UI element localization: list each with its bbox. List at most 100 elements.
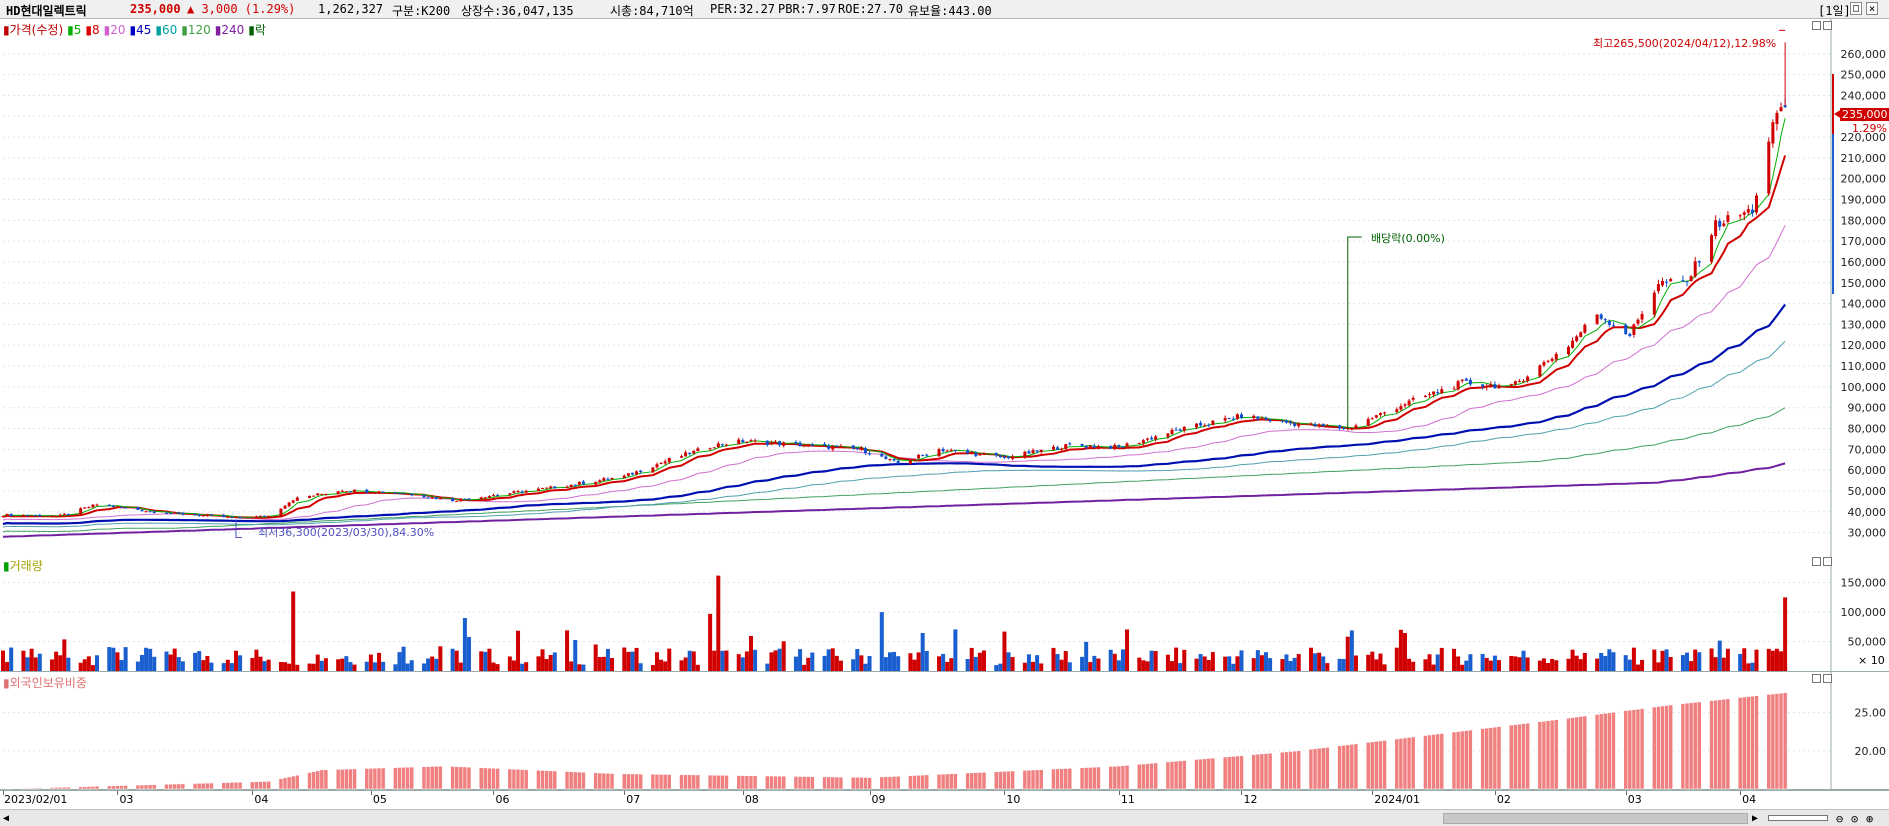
foreign-bar	[266, 781, 271, 790]
candle-body	[1452, 388, 1456, 390]
foreign-bar	[1108, 766, 1113, 790]
foreign-bar	[564, 771, 570, 790]
candle	[455, 500, 459, 503]
candle-body	[169, 513, 173, 515]
foreign-ownership-chart[interactable]: 20.00 25.00	[0, 672, 1889, 790]
zoom-slider[interactable]	[1768, 815, 1828, 821]
foreign-bar	[679, 774, 684, 790]
candle-body	[802, 445, 806, 447]
legend-item[interactable]: ▮락	[248, 23, 266, 37]
legend-item[interactable]: ▮60	[155, 23, 177, 37]
volume-bar	[422, 663, 427, 671]
candle-body	[1141, 440, 1145, 444]
candle-body	[1575, 336, 1579, 342]
foreign-bar	[855, 777, 860, 790]
volume-bar	[1452, 648, 1457, 671]
volume-bar	[1402, 633, 1407, 671]
volume-bar	[58, 655, 63, 671]
scroll-right-arrow-icon[interactable]: ▶	[1752, 813, 1758, 824]
candle-body	[381, 491, 385, 493]
foreign-bar	[454, 766, 459, 790]
foreign-panel-minimize-button[interactable]	[1812, 674, 1821, 683]
x-tick-mark	[252, 791, 254, 795]
candle-body	[259, 515, 263, 517]
volume-panel-close-button[interactable]	[1823, 557, 1832, 566]
foreign-bar	[405, 766, 410, 790]
panel-close-button[interactable]	[1823, 21, 1832, 30]
close-window-button[interactable]: ×	[1866, 2, 1878, 15]
legend-item[interactable]: ▮240	[215, 23, 245, 37]
candle-body	[851, 445, 855, 449]
x-tick-mark	[869, 791, 871, 795]
candle-body	[1174, 429, 1178, 431]
candle-body	[393, 492, 397, 494]
volume-bar	[119, 660, 124, 671]
stock-name[interactable]: HD현대일렉트릭	[6, 2, 87, 19]
candle-body	[91, 504, 95, 508]
foreign-bar	[1222, 756, 1228, 790]
candle-body	[1092, 446, 1096, 448]
price-panel[interactable]: 30,000 40,000 50,000 60,000 70,000 80,000 90,0…	[0, 19, 1889, 555]
panel-minimize-button[interactable]	[1812, 21, 1821, 30]
candle-body	[1669, 279, 1673, 282]
restore-window-button[interactable]: □	[1850, 2, 1862, 15]
candle-body	[1195, 423, 1199, 428]
volume-bar	[491, 662, 496, 671]
volume-bar	[1165, 654, 1170, 671]
volume-panel-minimize-button[interactable]	[1812, 557, 1821, 566]
candle-body	[1002, 456, 1006, 458]
volume-bar	[753, 649, 758, 671]
candle-body	[238, 517, 242, 519]
volume-bar	[749, 635, 754, 671]
foreign-panel-close-button[interactable]	[1823, 674, 1832, 683]
volume-bar	[1746, 663, 1751, 671]
volume-bar	[1407, 658, 1412, 671]
volume-bar	[798, 649, 803, 671]
legend-item[interactable]: ▮45	[130, 23, 152, 37]
legend-item[interactable]: ▮20	[104, 23, 126, 37]
zoom-out-icon[interactable]: ⊖	[1836, 812, 1843, 826]
price-chart[interactable]: 30,000 40,000 50,000 60,000 70,000 80,000 90,0…	[0, 19, 1889, 555]
foreign-bar	[319, 769, 325, 790]
period-selector[interactable]: [1일]	[1818, 2, 1851, 19]
foreign-bar	[409, 766, 414, 790]
volume-bar	[1092, 655, 1097, 671]
foreign-bar	[62, 786, 67, 790]
y-tick-label: 170,000	[1841, 235, 1887, 248]
chart-scrollbar[interactable]: ◀ ▶ ⊖ ⊙ ⊕	[0, 809, 1889, 826]
candle-body	[1342, 427, 1346, 429]
foreign-bar	[254, 781, 259, 790]
candle-body	[839, 445, 843, 447]
scroll-left-arrow-icon[interactable]: ◀	[3, 813, 9, 824]
zoom-in-icon[interactable]: ⊕	[1866, 812, 1873, 826]
legend-item[interactable]: ▮8	[85, 23, 99, 37]
foreign-bar	[1656, 706, 1661, 790]
candle-body	[541, 487, 545, 489]
foreign-ownership-panel[interactable]: 20.00 25.00 ▮외국인보유비중	[0, 672, 1889, 790]
foreign-bar	[867, 777, 872, 790]
volume-bar	[1251, 658, 1256, 671]
foreign-bar	[1578, 716, 1584, 790]
volume-bar	[1566, 658, 1571, 671]
foreign-bar	[143, 784, 149, 790]
foreign-bar	[401, 767, 406, 790]
volume-panel[interactable]: 50,000 100,000 150,000 ▮거래량 × 10	[0, 555, 1889, 672]
foreign-bar	[519, 769, 525, 790]
legend-item[interactable]: ▮가격(수정)	[3, 23, 63, 37]
volume-bar	[1439, 647, 1444, 671]
foreign-bar	[478, 767, 484, 790]
zoom-reset-icon[interactable]: ⊙	[1851, 812, 1858, 826]
legend-item[interactable]: ▮5	[67, 23, 81, 37]
volume-chart[interactable]: 50,000 100,000 150,000	[0, 555, 1889, 672]
volume-bar	[1721, 657, 1726, 671]
candle-body	[1309, 423, 1313, 425]
candle-body	[737, 439, 741, 445]
candle-body	[1489, 384, 1493, 387]
volume-bar	[1456, 656, 1461, 671]
candle	[1755, 192, 1759, 216]
legend-item[interactable]: ▮120	[181, 23, 211, 37]
candle-body	[1383, 412, 1387, 414]
candle-body	[1264, 417, 1268, 420]
scroll-thumb[interactable]	[1443, 813, 1748, 824]
foreign-bar	[1292, 750, 1297, 790]
